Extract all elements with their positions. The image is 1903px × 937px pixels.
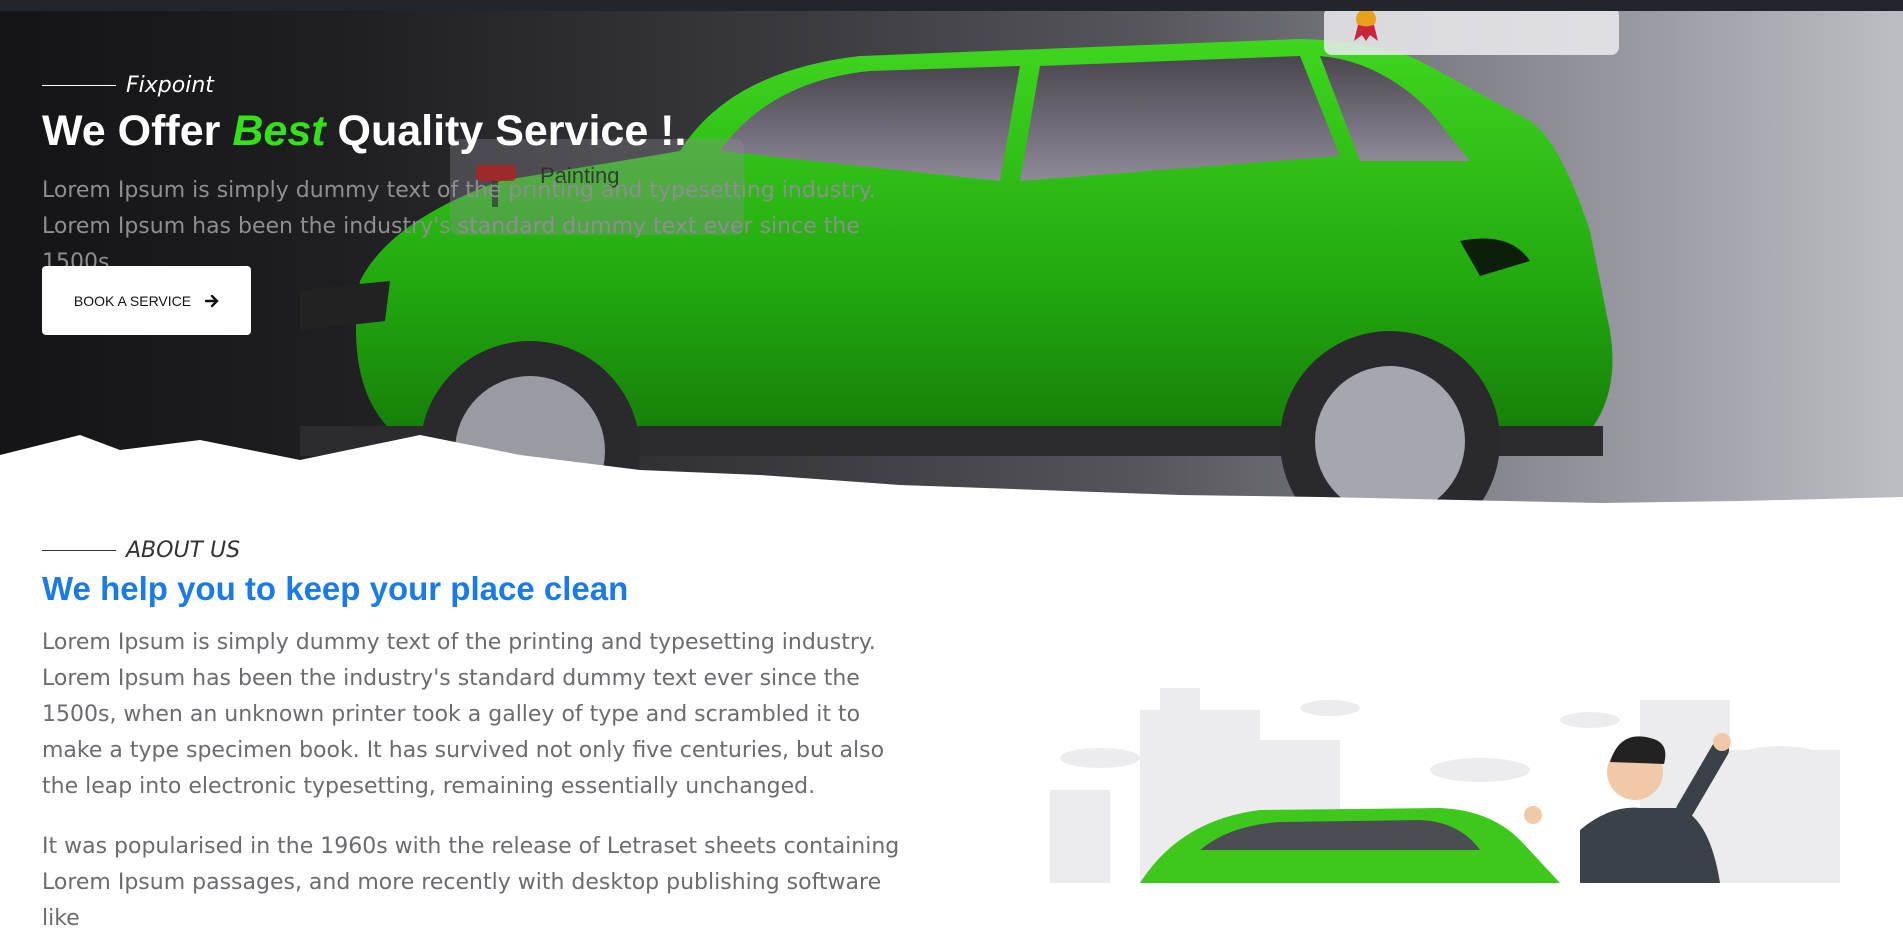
- hero-title-post: Quality Service !.: [325, 107, 687, 155]
- hero-tagline: Fixpoint: [42, 73, 214, 98]
- hero-title: We Offer Best Quality Service !.: [42, 107, 686, 156]
- about-paragraph-1: Lorem Ipsum is simply dummy text of the …: [42, 630, 885, 799]
- hero-tagline-text: Fixpoint: [126, 73, 214, 98]
- about-paragraph-2: It was popularised in the 1960s with the…: [42, 834, 900, 931]
- award-ribbon-icon: [1354, 11, 1378, 41]
- about-tagline-text: ABOUT US: [126, 538, 241, 563]
- tagline-rule: [42, 85, 116, 86]
- award-card: [1324, 11, 1619, 55]
- hero-desc-line-1: Lorem Ipsum is simply dummy text of the …: [42, 178, 876, 203]
- about-tagline-rule: [42, 550, 116, 551]
- hero-title-highlight: Best: [232, 107, 326, 155]
- about-title: We help you to keep your place clean: [42, 570, 629, 607]
- hero-description: Lorem Ipsum is simply dummy text of the …: [42, 173, 922, 281]
- top-bar: [0, 0, 1903, 11]
- about-illustration: [1050, 688, 1840, 883]
- brush-divider: [0, 435, 1903, 525]
- book-service-button[interactable]: BOOK A SERVICE: [42, 266, 251, 335]
- book-service-label: BOOK A SERVICE: [73, 292, 192, 309]
- hero-title-pre: We Offer: [42, 107, 233, 155]
- about-tagline: ABOUT US: [42, 538, 240, 563]
- arrow-right-icon: [205, 294, 219, 307]
